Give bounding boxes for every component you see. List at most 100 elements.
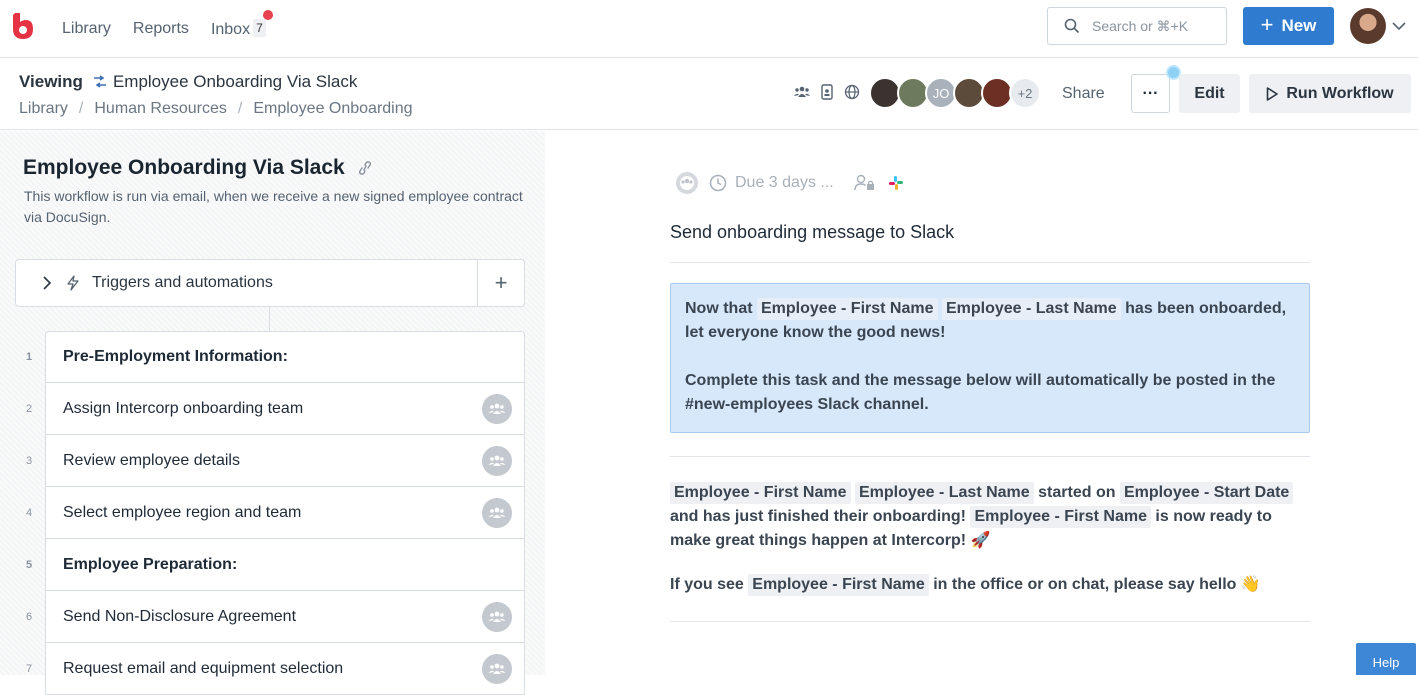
task-label: Assign Intercorp onboarding team [63,399,304,417]
group-icon[interactable] [794,84,810,100]
variable-employee-first-name: Employee - First Name [670,482,851,504]
message-text: and has just finished their onboarding! [670,508,967,525]
user-lock-icon[interactable] [854,174,876,192]
globe-icon[interactable] [844,84,860,100]
task-meta: Due 3 days ... [675,171,904,195]
new-button[interactable]: + New [1243,7,1334,45]
task-number: 5 [25,558,33,571]
due-date[interactable]: Due 3 days ... [735,174,834,192]
nav-library[interactable]: Library [62,20,111,38]
variable-employee-last-name: Employee - Last Name [854,482,1034,504]
breadcrumb-library[interactable]: Library [19,100,68,118]
task-label: Select employee region and team [63,503,302,521]
edit-button[interactable]: Edit [1179,74,1240,113]
task-row[interactable]: 7 Request email and equipment selection [26,643,525,695]
task-number: 6 [25,610,33,623]
task-row[interactable]: 3 Review employee details [26,435,525,487]
viewing-line: Viewing Employee Onboarding Via Slack [19,72,357,92]
message-text: If you see [670,576,744,593]
message-text: started on [1038,484,1116,501]
workflow-header: Viewing Employee Onboarding Via Slack Li… [0,58,1418,130]
id-badge-icon[interactable] [819,84,835,100]
variable-employee-first-name: Employee - First Name [748,574,929,596]
assign-icon[interactable] [482,394,512,424]
variable-employee-last-name: Employee - Last Name [941,298,1121,320]
help-button[interactable]: Help [1356,643,1416,675]
play-icon [1267,86,1279,101]
task-row[interactable]: 2 Assign Intercorp onboarding team [26,383,525,435]
app-logo-icon[interactable] [12,12,34,40]
task-label: Send Non-Disclosure Agreement [63,607,297,625]
new-button-label: New [1281,16,1317,35]
task-number: 7 [25,662,33,675]
nav-inbox-label: Inbox [210,21,251,38]
callout-text: Complete this task and the message below… [685,372,1276,413]
variable-employee-start-date: Employee - Start Date [1119,482,1294,504]
assign-icon[interactable] [482,654,512,684]
divider [670,262,1310,263]
breadcrumb-separator: / [237,100,243,117]
top-bar: Library Reports Inbox 7 Search or ⌘+K + N… [0,0,1418,58]
task-heading[interactable]: 5 Employee Preparation: [26,539,525,591]
viewing-label: Viewing [19,72,83,91]
assign-icon[interactable] [482,602,512,632]
connector-line [269,307,270,331]
assign-icon[interactable] [482,498,512,528]
visibility-icons [794,84,860,100]
chevron-down-icon[interactable] [1391,18,1407,34]
workflow-description: This workflow is run via email, when we … [24,188,523,225]
run-workflow-label: Run Workflow [1286,84,1394,102]
slack-icon [888,176,903,190]
assign-icon[interactable] [482,446,512,476]
task-label: Pre-Employment Information: [63,348,288,365]
inbox-count-badge: 7 [253,19,266,37]
task-row[interactable]: 4 Select employee region and team [26,487,525,539]
search-icon [1064,18,1080,34]
lightning-icon [67,275,79,291]
task-number: 4 [25,506,33,519]
divider [670,456,1310,457]
callout-text: Now that [685,300,753,317]
workflow-name: Employee Onboarding Via Slack [112,72,358,91]
task-detail-panel: Due 3 days ... Send onboarding message t… [545,131,1418,675]
task-list: 1 Pre-Employment Information: 2 Assign Inte… [26,331,525,695]
workflow-title-text: Employee Onboarding Via Slack [23,156,345,179]
variable-employee-first-name: Employee - First Name [970,506,1151,528]
search-placeholder: Search or ⌘+K [1092,17,1189,34]
task-title[interactable]: Send onboarding message to Slack [670,222,954,243]
notification-dot [262,10,273,20]
task-number: 2 [25,402,33,415]
task-label: Review employee details [63,451,240,469]
share-button[interactable]: Share [1062,85,1105,103]
task-number: 3 [25,454,33,467]
add-trigger-button[interactable]: + [477,260,524,306]
clock-icon[interactable] [709,174,727,192]
slack-message-preview: Employee - First Name Employee - Last Na… [670,481,1315,617]
user-avatar[interactable] [1350,8,1386,44]
triggers-and-automations[interactable]: Triggers and automations + [15,259,525,307]
task-number: 1 [25,351,33,363]
workflow-title: Employee Onboarding Via Slack [23,156,373,180]
message-text: in the office or on chat, please say hel… [933,576,1261,593]
avatar-more-count: +2 [1009,77,1041,109]
breadcrumb-separator: / [78,100,84,117]
breadcrumb-human-resources[interactable]: Human Resources [94,100,227,118]
assignee-placeholder-icon[interactable] [675,171,699,195]
breadcrumb-employee-onboarding[interactable]: Employee Onboarding [253,100,412,118]
task-row[interactable]: 6 Send Non-Disclosure Agreement [26,591,525,643]
link-icon[interactable] [357,161,373,175]
variable-employee-first-name: Employee - First Name [757,298,938,320]
task-heading[interactable]: 1 Pre-Employment Information: [26,331,525,383]
search-input[interactable]: Search or ⌘+K [1047,7,1227,45]
breadcrumb: Library / Human Resources / Employee Onb… [19,100,413,118]
triggers-label: Triggers and automations [92,274,273,291]
divider [670,621,1310,622]
collaborator-avatars[interactable]: JO +2 [869,77,1041,109]
nav-inbox[interactable]: Inbox 7 [210,10,273,39]
more-options-button[interactable]: ··· [1131,74,1170,113]
nav-reports[interactable]: Reports [133,20,189,38]
run-workflow-button[interactable]: Run Workflow [1249,74,1411,113]
info-callout: Now that Employee - First Name Employee … [670,283,1310,433]
plus-icon: + [1260,12,1274,37]
chevron-right-icon[interactable] [42,276,52,290]
